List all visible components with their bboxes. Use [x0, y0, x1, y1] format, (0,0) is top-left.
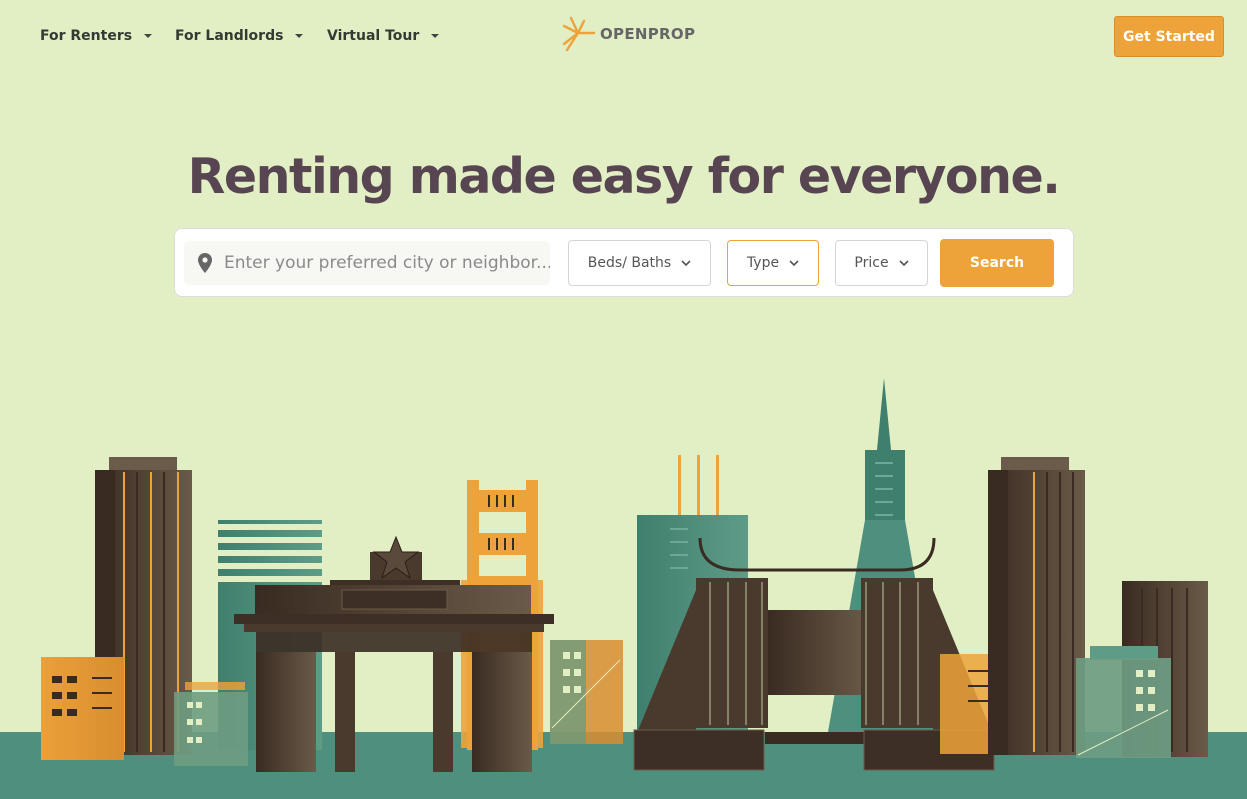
nav-for-renters-label: For Renters [40, 28, 133, 44]
nav-for-landlords-label: For Landlords [175, 28, 284, 44]
type-label: Type [746, 255, 780, 271]
glass-building [550, 640, 623, 744]
search-button[interactable]: Search [940, 239, 1054, 287]
nav-virtual-tour[interactable]: Virtual Tour [327, 26, 440, 46]
nav-for-landlords[interactable]: For Landlords [175, 26, 304, 46]
orange-building-left [41, 657, 124, 760]
right-tower [988, 457, 1085, 755]
location-pin-icon [190, 253, 220, 273]
price-dropdown[interactable]: Price [835, 240, 928, 286]
logo-text: OPENPROP [600, 25, 696, 43]
chevron-down-icon [899, 259, 909, 266]
type-dropdown[interactable]: Type [727, 240, 819, 286]
nav-for-renters[interactable]: For Renters [40, 26, 153, 46]
caret-down-icon [144, 34, 153, 38]
caret-down-icon [295, 34, 304, 38]
beds-baths-dropdown[interactable]: Beds/ Baths [568, 240, 711, 286]
far-right-building [1076, 581, 1208, 758]
price-label: Price [854, 255, 889, 271]
chevron-down-icon [789, 259, 799, 266]
top-nav: For Renters For Landlords Virtual Tour O… [0, 0, 1247, 72]
logo[interactable]: OPENPROP [562, 16, 695, 52]
small-green-building [174, 682, 248, 766]
location-search-field[interactable] [184, 241, 550, 285]
hero-title: Renting made easy for everyone. [187, 148, 1061, 205]
openprop-logo-icon [562, 16, 596, 52]
city-skyline-illustration [0, 378, 1247, 799]
beds-baths-label: Beds/ Baths [587, 255, 672, 271]
chevron-down-icon [681, 259, 691, 266]
nav-virtual-tour-label: Virtual Tour [327, 28, 420, 44]
search-bar: Beds/ Baths Type Price Search [174, 228, 1074, 297]
location-search-input[interactable] [224, 253, 550, 273]
get-started-button[interactable]: Get Started [1114, 16, 1224, 57]
caret-down-icon [431, 34, 440, 38]
